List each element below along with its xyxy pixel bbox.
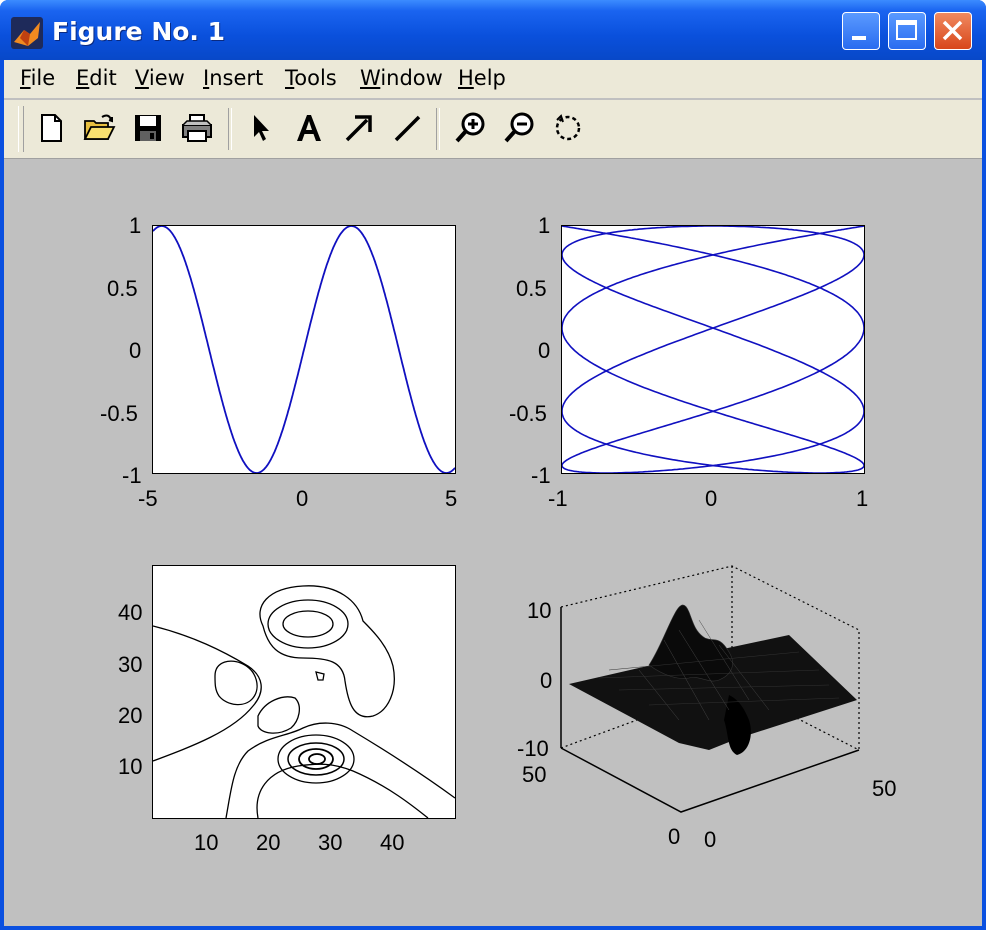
print-icon[interactable] bbox=[180, 111, 214, 145]
menu-bar: File Edit View Insert Tools Window Help bbox=[4, 60, 982, 98]
plot-sine-axes[interactable] bbox=[152, 225, 456, 474]
menu-edit[interactable]: Edit bbox=[76, 66, 117, 90]
menu-window[interactable]: Window bbox=[360, 66, 443, 90]
p1-ytick: -0.5 bbox=[100, 401, 138, 426]
p1-xtick: 5 bbox=[445, 486, 458, 511]
menu-view[interactable]: View bbox=[135, 66, 185, 90]
text-icon[interactable] bbox=[292, 111, 326, 145]
rotate-icon[interactable] bbox=[551, 111, 585, 145]
p3-xtick: 10 bbox=[194, 830, 219, 855]
menu-insert[interactable]: Insert bbox=[203, 66, 263, 90]
p3-ytick: 20 bbox=[118, 703, 143, 728]
p2-ytick: 0 bbox=[538, 338, 551, 363]
close-icon bbox=[942, 20, 963, 41]
p2-ytick: -0.5 bbox=[509, 401, 547, 426]
plot-surface-axes[interactable] bbox=[559, 560, 869, 820]
p3-xtick: 40 bbox=[380, 830, 405, 855]
toolbar-separator bbox=[228, 108, 232, 150]
p1-ytick: 0.5 bbox=[107, 276, 138, 301]
menu-help[interactable]: Help bbox=[458, 66, 506, 90]
toolbar-grip[interactable] bbox=[18, 106, 24, 152]
maximize-button[interactable] bbox=[888, 12, 926, 50]
p2-ytick: 0.5 bbox=[516, 276, 547, 301]
maximize-icon bbox=[896, 20, 917, 40]
p1-xtick: -5 bbox=[138, 486, 158, 511]
p1-ytick: 1 bbox=[129, 213, 142, 238]
line-icon[interactable] bbox=[390, 111, 424, 145]
minimize-button[interactable] bbox=[842, 12, 880, 50]
p2-xtick: 1 bbox=[856, 486, 869, 511]
plot-contour-axes[interactable] bbox=[152, 565, 456, 819]
new-file-icon[interactable] bbox=[34, 111, 68, 145]
minimize-icon bbox=[852, 36, 866, 40]
save-icon[interactable] bbox=[131, 111, 165, 145]
figure-window: Figure No. 1 File Edit View Insert Tools… bbox=[0, 0, 986, 930]
p1-xtick: 0 bbox=[296, 486, 309, 511]
p2-xtick: -1 bbox=[548, 486, 568, 511]
p4-tick-zero: 0 bbox=[704, 827, 717, 852]
open-folder-icon[interactable] bbox=[82, 111, 116, 145]
p3-ytick: 10 bbox=[118, 754, 143, 779]
title-bar[interactable]: Figure No. 1 bbox=[0, 0, 986, 60]
zoom-in-icon[interactable] bbox=[454, 111, 488, 145]
p2-xtick: 0 bbox=[705, 486, 718, 511]
toolbar bbox=[4, 100, 982, 159]
p4-xtick: 50 bbox=[872, 776, 897, 801]
p1-ytick: 0 bbox=[129, 338, 142, 363]
lissajous-curve bbox=[562, 226, 864, 473]
p3-ytick: 40 bbox=[118, 600, 143, 625]
figure-canvas: 1 0.5 0 -0.5 -1 -5 0 5 1 0.5 0 -0.5 -1 -… bbox=[4, 160, 982, 926]
window-title: Figure No. 1 bbox=[52, 17, 226, 46]
p4-ztick: -10 bbox=[517, 736, 549, 761]
menu-file[interactable]: File bbox=[20, 66, 55, 90]
p4-ztick: 10 bbox=[527, 598, 552, 623]
p4-tick-zero: 0 bbox=[668, 824, 681, 849]
select-arrow-icon[interactable] bbox=[244, 111, 278, 145]
sine-curve bbox=[153, 226, 455, 473]
plot-lissajous-axes[interactable] bbox=[561, 225, 865, 474]
arrow-icon[interactable] bbox=[341, 111, 375, 145]
p3-xtick: 30 bbox=[318, 830, 343, 855]
p3-xtick: 20 bbox=[256, 830, 281, 855]
toolbar-separator bbox=[436, 108, 440, 150]
close-button[interactable] bbox=[934, 12, 972, 50]
p4-ytick: 50 bbox=[522, 762, 547, 787]
zoom-out-icon[interactable] bbox=[503, 111, 537, 145]
p3-ytick: 30 bbox=[118, 652, 143, 677]
client-area: File Edit View Insert Tools Window Help bbox=[4, 60, 982, 926]
sine-series-line bbox=[153, 226, 455, 473]
p4-ztick: 0 bbox=[540, 668, 553, 693]
surface-mesh bbox=[560, 565, 860, 813]
contour-lines bbox=[153, 585, 455, 818]
matlab-icon bbox=[11, 17, 43, 49]
p2-ytick: 1 bbox=[538, 213, 551, 238]
menu-tools[interactable]: Tools bbox=[285, 66, 337, 90]
lissajous-series-line bbox=[562, 226, 864, 473]
